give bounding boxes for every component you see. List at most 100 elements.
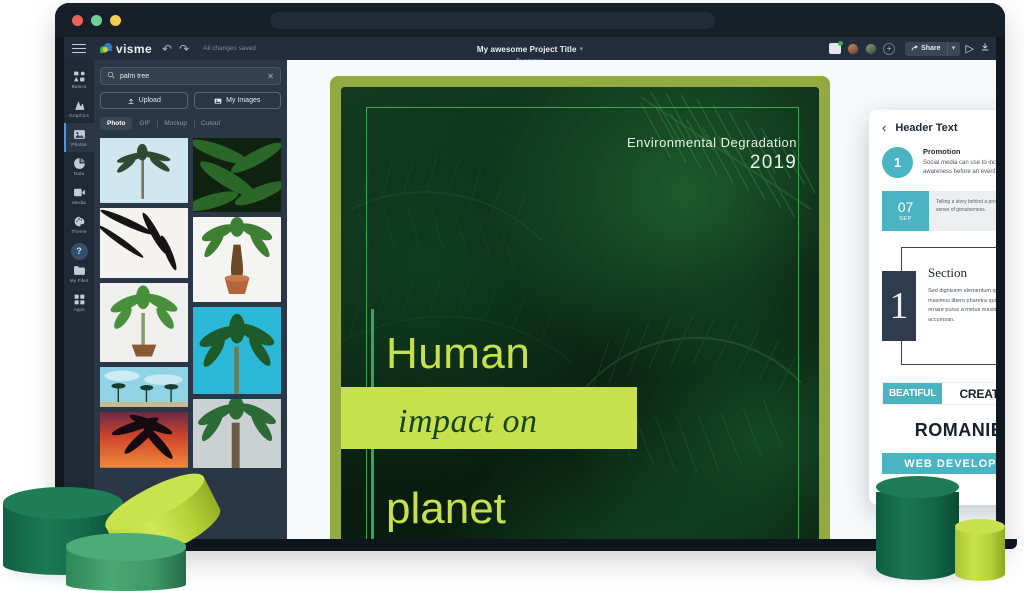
panel-title: Header Text xyxy=(895,121,958,134)
list-item[interactable] xyxy=(100,366,188,408)
my-images-icon xyxy=(214,98,222,104)
my-images-button[interactable]: My Images xyxy=(193,92,281,109)
tab-gif[interactable]: GIF xyxy=(132,117,157,130)
browser-address-bar[interactable] xyxy=(270,12,715,29)
topbar-actions: + Share ▾ ▷ xyxy=(829,37,990,60)
tab-photo[interactable]: Photo xyxy=(100,117,133,130)
panel-action-buttons: Upload My Images xyxy=(100,92,281,109)
poster-inner: Environmental Degradation 2019 Human imp… xyxy=(341,87,819,542)
app-screen: visme ↶ ↷ All changes saved My awesome P… xyxy=(64,37,996,542)
sidebar-item-media[interactable]: Media xyxy=(64,181,94,210)
sidebar-item-basics[interactable]: Basics xyxy=(64,65,94,94)
sidebar-item-my-files[interactable]: My Files xyxy=(64,264,94,288)
sidebar-item-label: Graphics xyxy=(69,114,89,119)
avatar[interactable] xyxy=(865,42,878,55)
add-collaborator-button[interactable]: + xyxy=(883,42,896,55)
sidebar-item-photos[interactable]: Photos xyxy=(64,123,94,152)
window-traffic-lights xyxy=(72,15,121,26)
photo-results-column-right xyxy=(193,138,281,468)
poster-title-line-2-text[interactable]: impact on xyxy=(398,403,538,441)
list-item[interactable] xyxy=(193,217,281,302)
sidebar-item-label: My Files xyxy=(69,279,89,284)
block-body: Social media can use to increase awarene… xyxy=(923,160,996,176)
share-button[interactable]: Share xyxy=(905,41,947,56)
poster-title-line-1-text: Human xyxy=(386,329,531,378)
list-item[interactable] xyxy=(100,207,188,278)
maximize-window-button[interactable] xyxy=(110,15,121,26)
close-x-icon[interactable]: ✕ xyxy=(267,72,274,81)
screenshot-root: visme ↶ ↷ All changes saved My awesome P… xyxy=(0,0,1024,591)
date-card: 07 SEP xyxy=(882,191,929,231)
app-top-navbar: visme ↶ ↷ All changes saved My awesome P… xyxy=(64,37,996,64)
photo-results-grid xyxy=(100,138,281,468)
upload-button[interactable]: Upload xyxy=(100,92,188,109)
photos-image-icon xyxy=(73,130,85,139)
upload-icon xyxy=(127,98,134,104)
close-window-button[interactable] xyxy=(72,15,83,26)
help-button[interactable]: ? xyxy=(70,243,88,260)
date-card-body: Telling a story behind a product gives a… xyxy=(929,191,996,231)
visme-logo-icon xyxy=(100,43,112,54)
basics-shapes-icon xyxy=(73,71,85,82)
graphics-icon xyxy=(74,101,84,110)
search-box[interactable]: ✕ xyxy=(100,67,281,85)
notification-badge-icon[interactable] xyxy=(829,41,844,54)
media-video-icon xyxy=(73,188,85,197)
apps-grid-icon xyxy=(74,294,84,305)
left-tool-rail: Basics Graphics Photos Data Media Theme … xyxy=(64,60,94,542)
name-card-title[interactable]: ROMANIE xyxy=(882,420,996,441)
redo-icon[interactable]: ↷ xyxy=(179,42,189,56)
share-dropdown-caret[interactable]: ▾ xyxy=(946,41,960,56)
cylinder-dark-green-right xyxy=(876,476,959,580)
list-item[interactable] xyxy=(193,398,281,468)
sidebar-item-label: Basics xyxy=(71,85,87,90)
cylinder-lime-small-right xyxy=(955,519,1005,581)
section-title: Section xyxy=(928,265,967,280)
undo-icon[interactable]: ↶ xyxy=(162,42,172,56)
poster-design[interactable]: Environmental Degradation 2019 Human imp… xyxy=(330,76,830,542)
theme-palette-icon xyxy=(74,216,84,227)
sidebar-item-apps[interactable]: Apps xyxy=(64,288,94,317)
list-item[interactable] xyxy=(100,138,188,203)
photo-type-tabs: Photo GIF Mockup Cutout xyxy=(100,117,281,130)
badge-left-label: BEATIFUL xyxy=(883,383,943,404)
list-item[interactable] xyxy=(100,412,188,468)
name-card-role[interactable]: WEB DEVELOPER xyxy=(882,453,996,474)
minimize-window-button[interactable] xyxy=(91,15,102,26)
list-item[interactable]: BEATIFUL CREATIVE xyxy=(882,382,996,405)
sidebar-item-theme[interactable]: Theme xyxy=(64,210,94,239)
poster-eyebrow-block[interactable]: Environmental Degradation 2019 xyxy=(627,135,797,174)
hamburger-menu-icon[interactable] xyxy=(72,43,86,54)
chevron-down-icon[interactable]: ▾ xyxy=(580,45,584,53)
sidebar-item-label: Apps xyxy=(73,308,85,313)
list-item[interactable] xyxy=(193,138,281,213)
share-button-label: Share xyxy=(921,45,941,52)
search-icon xyxy=(107,71,115,81)
present-play-icon[interactable]: ▷ xyxy=(966,42,974,55)
app-name-label: visme xyxy=(116,41,153,56)
date-month: SEP xyxy=(899,216,912,222)
header-text-panel[interactable]: ‹ Header Text 1 Promotion Social media c… xyxy=(869,110,996,505)
poster-title-line-1[interactable]: Human xyxy=(386,332,819,376)
chevron-left-icon[interactable]: ‹ xyxy=(882,121,886,134)
list-item[interactable] xyxy=(193,306,281,394)
cylinder-medium-green-front xyxy=(66,533,186,591)
list-item[interactable]: 1 Promotion Social media can use to incr… xyxy=(882,147,996,178)
avatar[interactable] xyxy=(847,42,860,55)
sidebar-item-data[interactable]: Data xyxy=(64,152,94,181)
visme-logo[interactable]: visme xyxy=(100,42,152,56)
search-input[interactable] xyxy=(120,72,263,80)
download-icon[interactable] xyxy=(980,42,990,55)
block-heading: Promotion xyxy=(923,147,961,156)
list-item[interactable] xyxy=(100,282,188,362)
sidebar-item-graphics[interactable]: Graphics xyxy=(64,94,94,123)
list-item[interactable]: 1 Section Sed dignissim elementum quam, … xyxy=(882,247,996,365)
tab-mockup[interactable]: Mockup xyxy=(157,117,194,130)
section-content: Section Sed dignissim elementum quam, ve… xyxy=(928,265,996,326)
undo-redo-group: ↶ ↷ xyxy=(162,42,189,56)
tab-cutout[interactable]: Cutout xyxy=(194,117,227,130)
poster-eyebrow-text: Environmental Degradation xyxy=(626,135,797,150)
list-item[interactable]: 07 SEP Telling a story behind a product … xyxy=(882,191,996,231)
poster-title-line-3-text[interactable]: planet xyxy=(386,487,506,531)
sidebar-item-label: Media xyxy=(72,201,86,206)
